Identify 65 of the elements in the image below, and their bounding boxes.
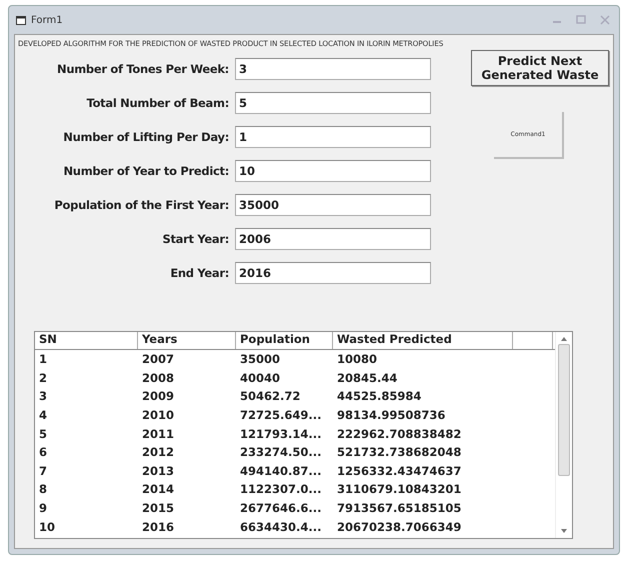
column-header[interactable]: Population [236,332,333,349]
table-cell-text: 6634430.4... [239,520,322,534]
table-cell-text: 72725.649... [239,408,322,422]
input-field[interactable]: 2016 [235,262,431,284]
table-cell-text: 222962.708838482 [336,426,462,441]
table-cell-text: 2012 [141,445,176,460]
column-header[interactable]: Wasted Predicted [333,332,513,349]
field-label: Number of Lifting Per Day: [62,130,229,144]
table-cell-text: 40040 [239,370,282,385]
table-cell-text: 494140.87... [239,464,322,478]
table-cell-text: 1122307.0... [239,482,322,496]
input-field[interactable]: 35000 [235,194,431,216]
table-cell-text: 2014 [141,482,176,496]
field-label: End Year: [169,266,229,280]
table-cell-text: 7 [38,464,48,478]
table-cell-text: 10 [38,520,56,534]
table-cell-text: 2015 [141,501,176,516]
table-cell-text: 98134.99508736 [336,408,446,422]
table-cell-text: 2008 [141,370,176,385]
table-cell-text: 2016 [141,520,176,534]
table-cell-text: 4 [38,408,48,422]
table-cell-text: 5 [38,426,48,441]
table-cell-text: 6 [38,445,48,460]
input-field[interactable]: 1 [235,126,431,148]
input-field[interactable]: 10 [235,160,431,182]
input-field[interactable]: 5 [235,92,431,114]
table-cell-text: 7913567.65185105 [336,501,462,516]
column-header[interactable]: Years [138,332,236,349]
table-cell-text: 521732.738682048 [336,445,462,460]
table-cell-text: 9 [38,501,48,516]
window-icon [16,16,26,24]
table-cell-text: 20845.44 [336,370,398,385]
predict-button[interactable]: Predict Next Generated Waste [471,50,609,86]
table-cell-text: 35000 [239,352,282,366]
table-cell-text: 2011 [141,426,176,441]
table-cell-text: 2677646.6... [239,501,322,516]
table-cell-text: 44525.85984 [336,389,422,404]
table-cell-text: 8 [38,482,48,496]
field-label: Start Year: [161,232,229,246]
table-cell-text: 20670238.7066349 [336,520,462,534]
scroll-thumb[interactable] [558,344,570,476]
scroll-up-icon[interactable] [560,336,568,342]
table-cell-text: 2007 [141,352,176,366]
table-cell-text: 1 [38,352,48,366]
scrollbar[interactable] [555,332,572,538]
table-cell-text: 3110679.10843201 [336,482,462,496]
table-cell-text: 2013 [141,464,176,478]
table-cell-text: 2 [38,370,48,385]
field-label: Total Number of Beam: [86,96,229,110]
field-label: Number of Year to Predict: [62,164,229,178]
input-field[interactable]: 2006 [235,228,431,250]
table-cell-text: 2009 [141,389,176,404]
field-label: Population of the First Year: [53,198,229,212]
table-cell-text: 1256332.43474637 [336,464,462,478]
input-field[interactable]: 3 [235,58,431,80]
table-cell-text: 10080 [336,352,378,366]
table-cell-text: 3 [38,389,48,404]
scroll-down-icon[interactable] [560,528,568,534]
table-cell-text: 233274.50... [239,445,322,460]
table-cell-text: 2010 [141,408,176,422]
field-label: Number of Tones Per Week: [56,62,229,76]
window-title: Form1 [31,14,63,26]
table-cell-text: 121793.14... [239,426,322,441]
table-cell-text: 50462.72 [239,389,302,404]
column-header[interactable]: SN [35,332,138,349]
